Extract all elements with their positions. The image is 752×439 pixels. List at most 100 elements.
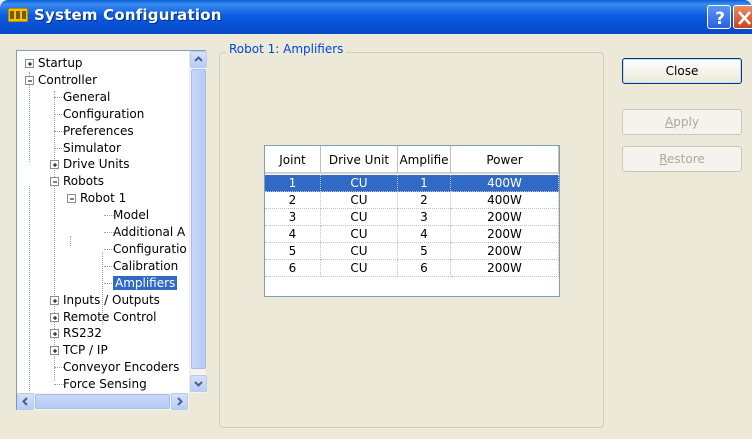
tree-item[interactable]: Model	[113, 207, 149, 223]
scrollbar-corner	[189, 393, 206, 410]
tree-item-label: Remote Control	[63, 310, 157, 324]
column-header[interactable]: Amplifie	[398, 146, 451, 174]
group-title: Robot 1: Amplifiers	[226, 42, 347, 56]
tree-item-label: Amplifiers	[113, 276, 178, 290]
tree-item[interactable]: Conveyor Encoders	[63, 359, 179, 375]
tree-expander-plus-icon[interactable]	[50, 296, 59, 305]
scroll-left-button[interactable]	[17, 393, 34, 410]
tree-item-label: Drive Units	[63, 157, 130, 171]
tree-item[interactable]: Startup	[38, 55, 83, 71]
tree-line	[70, 236, 71, 246]
close-icon	[738, 11, 751, 25]
tree-item[interactable]: Additional A	[113, 224, 185, 240]
tree-item-label: RS232	[63, 326, 102, 340]
tree-item[interactable]: Preferences	[63, 123, 134, 139]
scroll-down-button[interactable]	[190, 375, 207, 392]
table-cell: 400W	[451, 192, 559, 209]
tree-item[interactable]: General	[63, 89, 110, 105]
table-cell: 3	[398, 209, 451, 226]
tree-expander-minus-icon[interactable]	[25, 76, 34, 85]
tree-expander-plus-icon[interactable]	[25, 59, 34, 68]
tree-item-label: Configuration	[63, 107, 145, 121]
tree-item-label: TCP / IP	[63, 343, 108, 357]
tree-item[interactable]: TCP / IP	[63, 342, 108, 358]
column-header[interactable]: Drive Unit	[321, 146, 398, 174]
tree-content: Startup Controller General Configuration Pre…	[17, 51, 189, 393]
tree-item[interactable]: RS232	[63, 325, 102, 341]
chevron-right-icon	[177, 397, 183, 406]
tree-item-label: Conveyor Encoders	[63, 360, 180, 374]
tree-item[interactable]: Force Sensing	[63, 376, 147, 392]
scroll-thumb-horizontal[interactable]	[35, 394, 170, 409]
tree-expander-plus-icon[interactable]	[50, 346, 59, 355]
table-row[interactable]: 2 CU 2 400W	[265, 192, 559, 209]
table-cell: 200W	[451, 226, 559, 243]
table-cell: 2	[265, 192, 321, 209]
tree-item-label: Inputs / Outputs	[63, 293, 160, 307]
tree-line	[29, 186, 30, 391]
amplifiers-table[interactable]: Joint Drive Unit Amplifie Power 1 CU 1 400W 2 CU…	[264, 145, 560, 297]
apply-button[interactable]: Apply	[622, 109, 742, 135]
restore-button[interactable]: Restore	[622, 146, 742, 172]
tree-horizontal-scrollbar[interactable]	[17, 393, 189, 410]
tree-item[interactable]: Drive Units	[63, 156, 130, 172]
column-header[interactable]: Power	[451, 146, 559, 174]
tree-item[interactable]: Calibration	[113, 258, 178, 274]
tree-item-label: Robot 1	[80, 191, 127, 205]
table-cell: CU	[321, 192, 398, 209]
tree-item-label: Additional A	[113, 225, 186, 239]
scroll-right-button[interactable]	[171, 393, 188, 410]
scroll-thumb[interactable]	[191, 69, 206, 369]
tree-item[interactable]: Configuration	[63, 106, 144, 122]
tree-item-label: Calibration	[113, 259, 179, 273]
table-cell: 5	[398, 243, 451, 260]
tree-expander-minus-icon[interactable]	[67, 194, 76, 203]
tree-item-label: Robots	[63, 174, 105, 188]
table-cell: 200W	[451, 209, 559, 226]
table-row[interactable]: 5 CU 5 200W	[265, 243, 559, 260]
table-cell: CU	[321, 260, 398, 277]
table-row[interactable]: 3 CU 3 200W	[265, 209, 559, 226]
tree-item[interactable]: Amplifiers	[113, 275, 178, 291]
tree-item-label: Simulator	[63, 141, 121, 155]
tree-item[interactable]: Robot 1	[80, 190, 126, 206]
config-tree[interactable]: Startup Controller General Configuration Pre…	[16, 50, 207, 410]
chevron-up-icon	[194, 56, 203, 62]
tree-expander-plus-icon[interactable]	[50, 329, 59, 338]
tree-expander-minus-icon[interactable]	[50, 177, 59, 186]
close-button[interactable]: Close	[622, 58, 742, 84]
table-cell: 5	[265, 243, 321, 260]
table-cell: 3	[265, 209, 321, 226]
tree-item-label: General	[63, 90, 111, 104]
title-bar[interactable]: System Configuration ?	[0, 0, 752, 34]
tree-vertical-scrollbar[interactable]	[189, 51, 207, 393]
window-close-button[interactable]	[733, 5, 752, 29]
table-cell: CU	[321, 175, 398, 192]
column-header[interactable]: Joint	[265, 146, 321, 174]
tree-expander-plus-icon[interactable]	[50, 313, 59, 322]
table-cell: CU	[321, 226, 398, 243]
scroll-up-button[interactable]	[190, 51, 207, 68]
table-cell: 200W	[451, 243, 559, 260]
table-cell: 2	[398, 192, 451, 209]
table-row[interactable]: 1 CU 1 400W	[265, 175, 559, 192]
table-cell: 1	[265, 175, 321, 192]
table-cell: 4	[265, 226, 321, 243]
tree-item[interactable]: Inputs / Outputs	[63, 292, 160, 308]
tree-expander-plus-icon[interactable]	[50, 160, 59, 169]
tree-item[interactable]: Simulator	[63, 140, 121, 156]
table-cell: 200W	[451, 260, 559, 277]
table-cell: 6	[265, 260, 321, 277]
tree-item-label: Force Sensing	[63, 377, 147, 391]
help-button[interactable]: ?	[707, 5, 731, 29]
tree-item[interactable]: Robots	[63, 173, 104, 189]
tree-item[interactable]: Configuratio	[113, 241, 187, 257]
tree-item-label: Controller	[38, 73, 98, 87]
table-cell: CU	[321, 209, 398, 226]
table-row[interactable]: 6 CU 6 200W	[265, 260, 559, 277]
table-row[interactable]: 4 CU 4 200W	[265, 226, 559, 243]
tree-item[interactable]: Controller	[38, 72, 97, 88]
table-cell: CU	[321, 243, 398, 260]
tree-item[interactable]: Remote Control	[63, 309, 157, 325]
restore-label: estore	[667, 152, 705, 166]
